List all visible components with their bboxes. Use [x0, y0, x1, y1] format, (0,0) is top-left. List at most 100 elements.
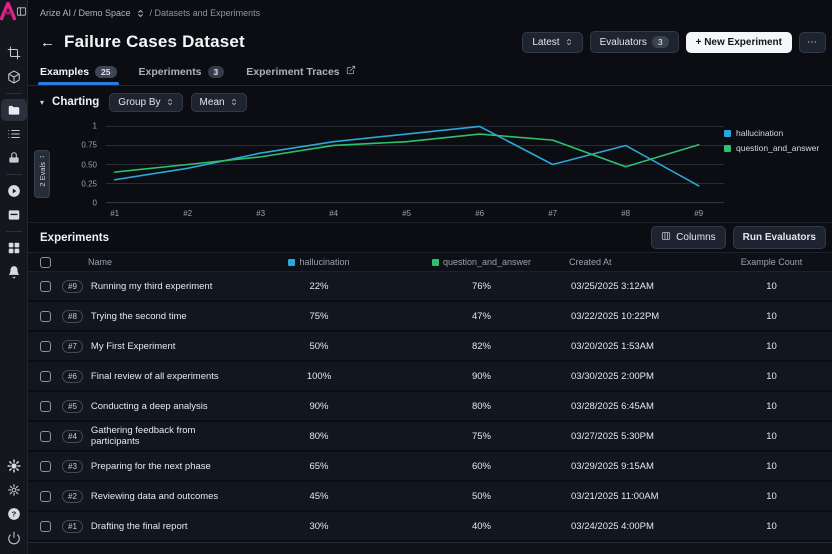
power-icon[interactable]	[1, 527, 27, 549]
experiments-table-body: #9 Running my third experiment 22% 76% 0…	[28, 272, 832, 542]
experiment-id-badge: #6	[62, 370, 83, 383]
y-tick-label: 0	[93, 198, 97, 207]
hallucination-value: 80%	[244, 431, 394, 442]
legend-item-hallucination[interactable]: hallucination	[724, 128, 832, 138]
row-checkbox[interactable]	[40, 521, 51, 532]
panel-toggle-icon[interactable]	[16, 4, 27, 18]
row-checkbox[interactable]	[40, 371, 51, 382]
admin-gear-outline-icon[interactable]	[1, 479, 27, 501]
evaluators-count-badge: 3	[652, 36, 669, 48]
trace-icon[interactable]	[1, 42, 27, 64]
list-icon[interactable]	[1, 123, 27, 145]
select-all-checkbox[interactable]	[40, 257, 51, 268]
row-checkbox[interactable]	[40, 431, 51, 442]
example-count-value: 10	[719, 341, 824, 352]
row-checkbox[interactable]	[40, 311, 51, 322]
lock-icon[interactable]	[1, 147, 27, 169]
space-switcher-icon[interactable]	[136, 9, 145, 18]
series-line-hallucination[interactable]	[115, 126, 699, 185]
columns-button[interactable]: Columns	[651, 226, 725, 249]
apps-grid-icon[interactable]	[1, 237, 27, 259]
table-row[interactable]: #2 Reviewing data and outcomes 45% 50% 0…	[28, 482, 832, 512]
table-row[interactable]: #9 Running my third experiment 22% 76% 0…	[28, 272, 832, 302]
example-count-value: 10	[719, 371, 824, 382]
sidebar-divider	[6, 231, 22, 232]
legend-item-question_and_answer[interactable]: question_and_answer	[724, 143, 832, 153]
series-line-question_and_answer[interactable]	[115, 134, 699, 172]
table-row[interactable]: #4 Gathering feedback from participants …	[28, 422, 832, 452]
new-experiment-button[interactable]: + New Experiment	[686, 32, 792, 53]
help-icon[interactable]: ?	[1, 503, 27, 525]
tabs: Examples 25 Experiments 3 Experiment Tra…	[28, 58, 832, 86]
more-actions-button[interactable]: ⋯	[799, 32, 826, 53]
cube-icon[interactable]	[1, 66, 27, 88]
table-row[interactable]: #8 Trying the second time 75% 47% 03/22/…	[28, 302, 832, 332]
table-row[interactable]: #7 My First Experiment 50% 82% 03/20/202…	[28, 332, 832, 362]
x-tick-label: #5	[402, 209, 411, 218]
chevron-up-down-icon	[230, 98, 238, 106]
row-checkbox[interactable]	[40, 341, 51, 352]
row-checkbox[interactable]	[40, 491, 51, 502]
tab-experiment-traces[interactable]: Experiment Traces	[246, 58, 355, 85]
column-header-example-count[interactable]: Example Count	[719, 257, 824, 267]
row-checkbox[interactable]	[40, 461, 51, 472]
chart-legend: hallucination question_and_answer	[724, 120, 832, 222]
tab-experiments-label: Experiments	[139, 66, 202, 78]
row-checkbox[interactable]	[40, 281, 51, 292]
collapse-caret-icon[interactable]: ▾	[40, 98, 44, 107]
evaluators-button[interactable]: Evaluators 3	[590, 31, 679, 53]
created-at-value: 03/20/2025 1:53AM	[569, 341, 719, 352]
left-sidebar: ?	[0, 0, 28, 554]
question-and-answer-value: 50%	[394, 491, 569, 502]
group-by-dropdown[interactable]: Group By	[109, 93, 182, 112]
group-by-label: Group By	[118, 97, 160, 108]
tab-examples-badge: 25	[95, 66, 116, 78]
tab-examples[interactable]: Examples 25	[40, 58, 117, 85]
table-row[interactable]: #1 Drafting the final report 30% 40% 03/…	[28, 512, 832, 542]
play-circle-icon[interactable]	[1, 180, 27, 202]
back-button[interactable]: ←	[40, 35, 55, 50]
x-tick-label: #1	[110, 209, 119, 218]
column-header-question-and-answer[interactable]: question_and_answer	[394, 257, 569, 267]
breadcrumb-section[interactable]: / Datasets and Experiments	[150, 8, 261, 18]
x-tick-label: #9	[694, 209, 703, 218]
latest-dropdown[interactable]: Latest	[522, 32, 582, 53]
notifications-bell-icon[interactable]	[1, 261, 27, 283]
table-row[interactable]: #3 Preparing for the next phase 65% 60% …	[28, 452, 832, 482]
hallucination-value: 30%	[244, 521, 394, 532]
created-at-value: 03/27/2025 5:30PM	[569, 431, 719, 442]
datasets-folder-icon[interactable]	[1, 99, 27, 121]
experiments-table-header: Name hallucination question_and_answer C…	[28, 252, 832, 272]
column-header-name[interactable]: Name	[62, 257, 244, 267]
experiment-id-badge: #9	[62, 280, 83, 293]
charting-section-title: Charting	[52, 96, 99, 108]
experiment-name: Running my third experiment	[91, 281, 212, 292]
column-header-created-at[interactable]: Created At	[569, 257, 719, 267]
plot-area[interactable]	[106, 124, 724, 205]
aggregation-dropdown[interactable]: Mean	[191, 93, 247, 112]
chevron-up-down-icon	[565, 38, 573, 46]
x-tick-label: #7	[548, 209, 557, 218]
title-row: ← Failure Cases Dataset Latest Evaluator…	[28, 26, 832, 58]
y-axis-labels: 00.250.500.751	[50, 124, 106, 205]
row-checkbox[interactable]	[40, 401, 51, 412]
evals-panel-toggle[interactable]: ↔ 2 Evals	[34, 150, 50, 198]
table-row[interactable]: #5 Conducting a deep analysis 90% 80% 03…	[28, 392, 832, 422]
tab-experiments[interactable]: Experiments 3	[139, 58, 225, 85]
experiment-id-badge: #7	[62, 340, 83, 353]
run-evaluators-button[interactable]: Run Evaluators	[733, 226, 826, 249]
settings-gear-icon[interactable]	[1, 455, 27, 477]
page-title: Failure Cases Dataset	[64, 32, 245, 52]
y-tick-label: 0.75	[81, 141, 97, 150]
archive-icon[interactable]	[1, 204, 27, 226]
example-count-value: 10	[719, 521, 824, 532]
table-row[interactable]: #6 Final review of all experiments 100% …	[28, 362, 832, 392]
breadcrumb-space[interactable]: Arize AI / Demo Space	[40, 8, 131, 18]
chevron-up-down-icon	[166, 98, 174, 106]
question-and-answer-swatch	[432, 259, 439, 266]
experiment-id-badge: #2	[62, 490, 83, 503]
y-tick-label: 0.25	[81, 179, 97, 188]
hallucination-swatch	[288, 259, 295, 266]
experiments-section-header: Experiments Columns Run Evaluators	[28, 222, 832, 252]
column-header-hallucination[interactable]: hallucination	[244, 257, 394, 267]
